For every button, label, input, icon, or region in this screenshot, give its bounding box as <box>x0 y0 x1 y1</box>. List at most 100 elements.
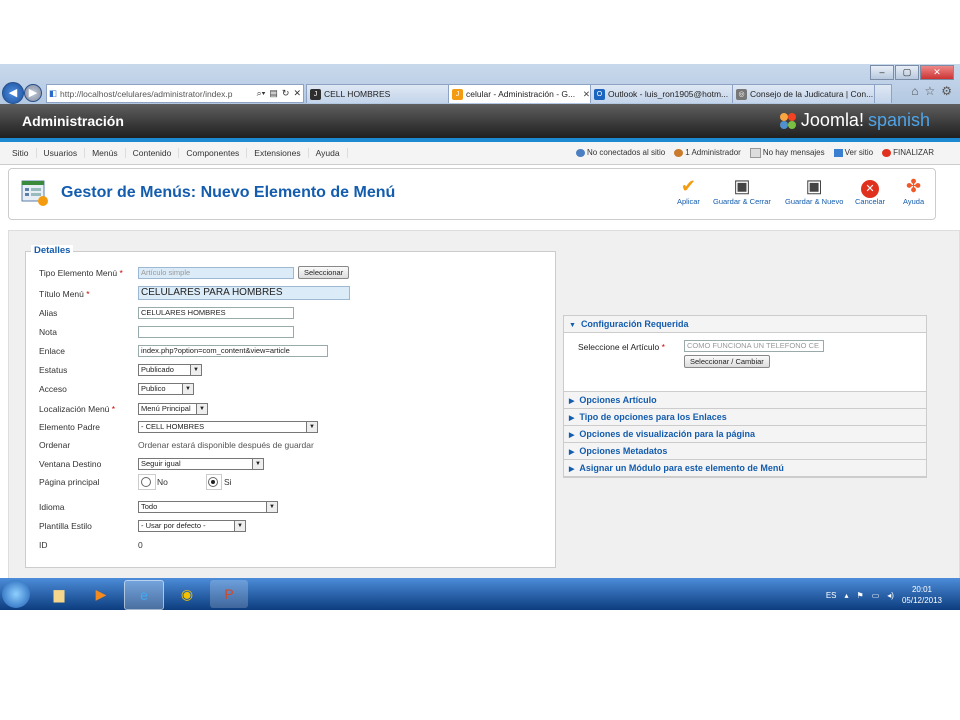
status-messages: No hay mensajes <box>749 148 825 158</box>
label-estatus: Estatus <box>39 365 68 375</box>
logout-link[interactable]: FINALIZAR <box>882 148 934 158</box>
floppy-plus-icon: ▣ <box>805 176 823 196</box>
browser-chrome: – ▢ ✕ ◀ ▶ ◧ http://localhost/celulares/a… <box>0 64 960 104</box>
admin-menu-items: Sitio Usuarios Menús Contenido Component… <box>5 142 348 164</box>
joomla-logo-icon <box>779 112 796 129</box>
search-icon[interactable]: ⌕▾ <box>255 88 268 99</box>
select-type-button[interactable]: Seleccionar <box>298 266 350 279</box>
menu-usuarios[interactable]: Usuarios <box>37 148 86 158</box>
home-icon[interactable]: ⌂ <box>911 84 918 98</box>
tray-expand-icon[interactable]: ▴ <box>845 591 849 600</box>
tab-label: Consejo de la Judicatura | Con... <box>750 89 874 99</box>
menu-ayuda[interactable]: Ayuda <box>309 148 348 158</box>
tab-outlook[interactable]: O Outlook - luis_ron1905@hotm... <box>590 84 736 103</box>
admin-icon <box>674 148 684 157</box>
new-tab-button[interactable] <box>874 84 892 103</box>
title-field[interactable]: CELULARES PARA HOMBRES <box>138 286 350 300</box>
home-radio-si[interactable] <box>208 477 218 487</box>
toolbar-label: Guardar & Cerrar <box>713 197 771 206</box>
home-radio-no[interactable] <box>141 477 151 487</box>
close-tab-icon[interactable]: ✕ <box>580 89 590 100</box>
chrome-taskbar-icon[interactable]: ◉ <box>168 580 206 608</box>
label-acceso: Acceso <box>39 384 67 394</box>
required-mark: * <box>661 342 665 352</box>
access-select[interactable]: Publico ▼ <box>138 383 194 395</box>
tab-cell-hombres[interactable]: J CELL HOMBRES <box>306 84 452 103</box>
forward-button[interactable]: ▶ <box>24 84 42 102</box>
required-config-body: Seleccione el Artículo * COMO FUNCIONA U… <box>564 333 926 392</box>
section-module-assignment[interactable]: ▶ Asignar un Módulo para este elemento de… <box>564 460 926 477</box>
status-text[interactable]: FINALIZAR <box>893 148 934 157</box>
save-new-button[interactable]: ▣ Guardar & Nuevo <box>785 175 843 206</box>
network-icon[interactable]: ▭ <box>872 591 880 600</box>
tab-consejo[interactable]: ◎ Consejo de la Judicatura | Con... <box>732 84 878 103</box>
clock-date: 05/12/2013 <box>901 596 942 605</box>
language-select[interactable]: Todo ▼ <box>138 501 278 513</box>
select-change-button[interactable]: Seleccionar / Cambiar <box>684 355 770 368</box>
compat-icon[interactable]: ▤ <box>267 88 280 99</box>
menu-location-select[interactable]: Menú Principal ▼ <box>138 403 208 415</box>
minimize-button[interactable]: – <box>870 65 894 80</box>
menu-componentes[interactable]: Componentes <box>179 148 248 158</box>
apply-button[interactable]: ✔ Aplicar <box>677 175 700 206</box>
volume-icon[interactable]: ◂) <box>887 591 894 600</box>
article-field[interactable]: COMO FUNCIONA UN TELEFONO CE <box>684 340 824 352</box>
close-window-button[interactable]: ✕ <box>920 65 954 80</box>
help-button[interactable]: ✤ Ayuda <box>903 175 924 206</box>
tipo-field[interactable]: Artículo simple <box>138 267 294 279</box>
powerpoint-taskbar-icon[interactable]: P <box>210 580 248 608</box>
menu-sitio[interactable]: Sitio <box>5 148 37 158</box>
brand-lang: spanish <box>867 110 930 130</box>
cancel-button[interactable]: ✕ Cancelar <box>855 175 885 206</box>
alias-field[interactable]: CELULARES HOMBRES <box>138 307 294 319</box>
dropdown-arrow-icon: ▼ <box>266 502 277 512</box>
menu-menus[interactable]: Menús <box>85 148 126 158</box>
note-field[interactable] <box>138 326 294 338</box>
label-padre: Elemento Padre <box>39 422 100 432</box>
section-article-options[interactable]: ▶ Opciones Artículo <box>564 392 926 409</box>
users-icon <box>575 148 585 157</box>
stop-icon[interactable]: ✕ <box>291 88 303 99</box>
favorites-star-icon[interactable]: ☆ <box>924 84 935 98</box>
menu-extensiones[interactable]: Extensiones <box>247 148 309 158</box>
clock[interactable]: 20:01 05/12/2013 <box>902 584 942 606</box>
address-bar[interactable]: ◧ http://localhost/celulares/administrat… <box>46 84 304 103</box>
view-site-link[interactable]: Ver sitio <box>833 148 873 158</box>
label-tipo: Tipo Elemento Menú * <box>39 268 123 278</box>
internet-explorer-taskbar-icon[interactable]: e <box>124 580 164 610</box>
explorer-taskbar-icon[interactable]: ▆ <box>40 580 78 608</box>
brand-name: Joomla! <box>800 110 864 130</box>
section-link-options[interactable]: ▶ Tipo de opciones para los Enlaces <box>564 409 926 426</box>
section-display-options[interactable]: ▶ Opciones de visualización para la págin… <box>564 426 926 443</box>
power-icon <box>882 148 892 157</box>
id-value: 0 <box>138 540 143 550</box>
media-player-taskbar-icon[interactable]: ▶ <box>82 580 120 608</box>
section-metadata-options[interactable]: ▶ Opciones Metadatos <box>564 443 926 460</box>
status-text[interactable]: Ver sitio <box>845 148 873 157</box>
parent-item-select[interactable]: - CELL HOMBRES ▼ <box>138 421 318 433</box>
required-mark: * <box>111 404 116 414</box>
back-button[interactable]: ◀ <box>2 82 24 104</box>
options-panel: ▼ Configuración Requerida Seleccione el A… <box>563 315 927 478</box>
status-select[interactable]: Publicado ▼ <box>138 364 202 376</box>
settings-gear-icon[interactable]: ⚙ <box>941 84 952 98</box>
refresh-icon[interactable]: ↻ <box>280 88 292 99</box>
target-window-select[interactable]: Seguir igual ▼ <box>138 458 264 470</box>
section-required-config[interactable]: ▼ Configuración Requerida <box>564 316 926 333</box>
start-button[interactable] <box>2 580 30 608</box>
tab-administracion[interactable]: J celular - Administración - G... ✕ <box>448 84 594 103</box>
section-title: Opciones Metadatos <box>579 446 668 456</box>
label-idioma: Idioma <box>39 502 65 512</box>
link-field[interactable]: index.php?option=com_content&view=articl… <box>138 345 328 357</box>
menu-contenido[interactable]: Contenido <box>126 148 180 158</box>
toolbar-label: Aplicar <box>677 197 700 206</box>
address-text[interactable]: http://localhost/celulares/administrator… <box>57 89 255 99</box>
language-indicator[interactable]: ES <box>826 591 837 600</box>
label-enlace: Enlace <box>39 346 65 356</box>
maximize-button[interactable]: ▢ <box>895 65 919 80</box>
save-close-button[interactable]: ▣ Guardar & Cerrar <box>713 175 771 206</box>
template-style-select[interactable]: - Usar por defecto - ▼ <box>138 520 246 532</box>
content-area: Tipo Elemento Menú * Artículo simple Sel… <box>8 230 960 610</box>
admin-title: Administración <box>22 113 124 129</box>
flag-icon[interactable]: ⚑ <box>857 591 864 600</box>
